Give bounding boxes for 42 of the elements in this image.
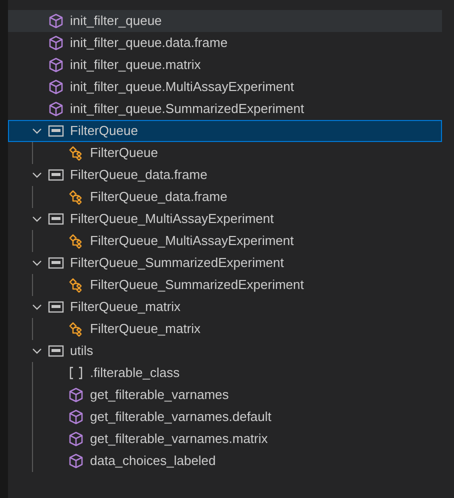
- outline-item[interactable]: FilterQueue_SummarizedExperiment: [8, 274, 442, 296]
- text-abc-icon: [48, 255, 64, 271]
- cube-icon: [48, 79, 64, 95]
- outline-item[interactable]: FilterQueue_MultiAssayExperiment: [8, 208, 442, 230]
- outline-item[interactable]: get_filterable_varnames.matrix: [8, 428, 442, 450]
- cube-icon: [68, 431, 84, 447]
- text-abc-icon: [48, 299, 64, 315]
- outline-item[interactable]: init_filter_queue.MultiAssayExperiment: [8, 76, 442, 98]
- outline-item[interactable]: data_choices_labeled: [8, 450, 442, 472]
- class-icon: [68, 321, 84, 337]
- class-icon: [68, 277, 84, 293]
- outline-item[interactable]: FilterQueue_matrix: [8, 318, 442, 340]
- outline-item[interactable]: get_filterable_varnames.default: [8, 406, 442, 428]
- outline-item[interactable]: utils: [8, 340, 442, 362]
- cube-icon: [48, 57, 64, 73]
- brackets-icon: [68, 365, 84, 381]
- outline-item[interactable]: FilterQueue_data.frame: [8, 164, 442, 186]
- text-abc-icon: [48, 211, 64, 227]
- outline-item[interactable]: FilterQueue_data.frame: [8, 186, 442, 208]
- class-icon: [68, 189, 84, 205]
- outline-item[interactable]: init_filter_queue: [8, 10, 442, 32]
- outline-item[interactable]: init_filter_queue.SummarizedExperiment: [8, 98, 442, 120]
- text-abc-icon: [48, 123, 64, 139]
- outline-item[interactable]: FilterQueue: [8, 142, 442, 164]
- outline-item[interactable]: init_filter_queue.matrix: [8, 54, 442, 76]
- outline-item[interactable]: FilterQueue: [8, 120, 442, 142]
- cube-icon: [68, 387, 84, 403]
- outline-item[interactable]: init_filter_queue.data.frame: [8, 32, 442, 54]
- outline-item[interactable]: get_filterable_varnames: [8, 384, 442, 406]
- text-abc-icon: [48, 167, 64, 183]
- cube-icon: [48, 101, 64, 117]
- class-icon: [68, 233, 84, 249]
- cube-icon: [68, 453, 84, 469]
- class-icon: [68, 145, 84, 161]
- outline-item[interactable]: FilterQueue_matrix: [8, 296, 442, 318]
- outline-item[interactable]: FilterQueue_MultiAssayExperiment: [8, 230, 442, 252]
- cube-icon: [48, 35, 64, 51]
- cube-icon: [48, 13, 64, 29]
- cube-icon: [68, 409, 84, 425]
- outline-item[interactable]: .filterable_class: [8, 362, 442, 384]
- text-abc-icon: [48, 343, 64, 359]
- outline-item[interactable]: FilterQueue_SummarizedExperiment: [8, 252, 442, 274]
